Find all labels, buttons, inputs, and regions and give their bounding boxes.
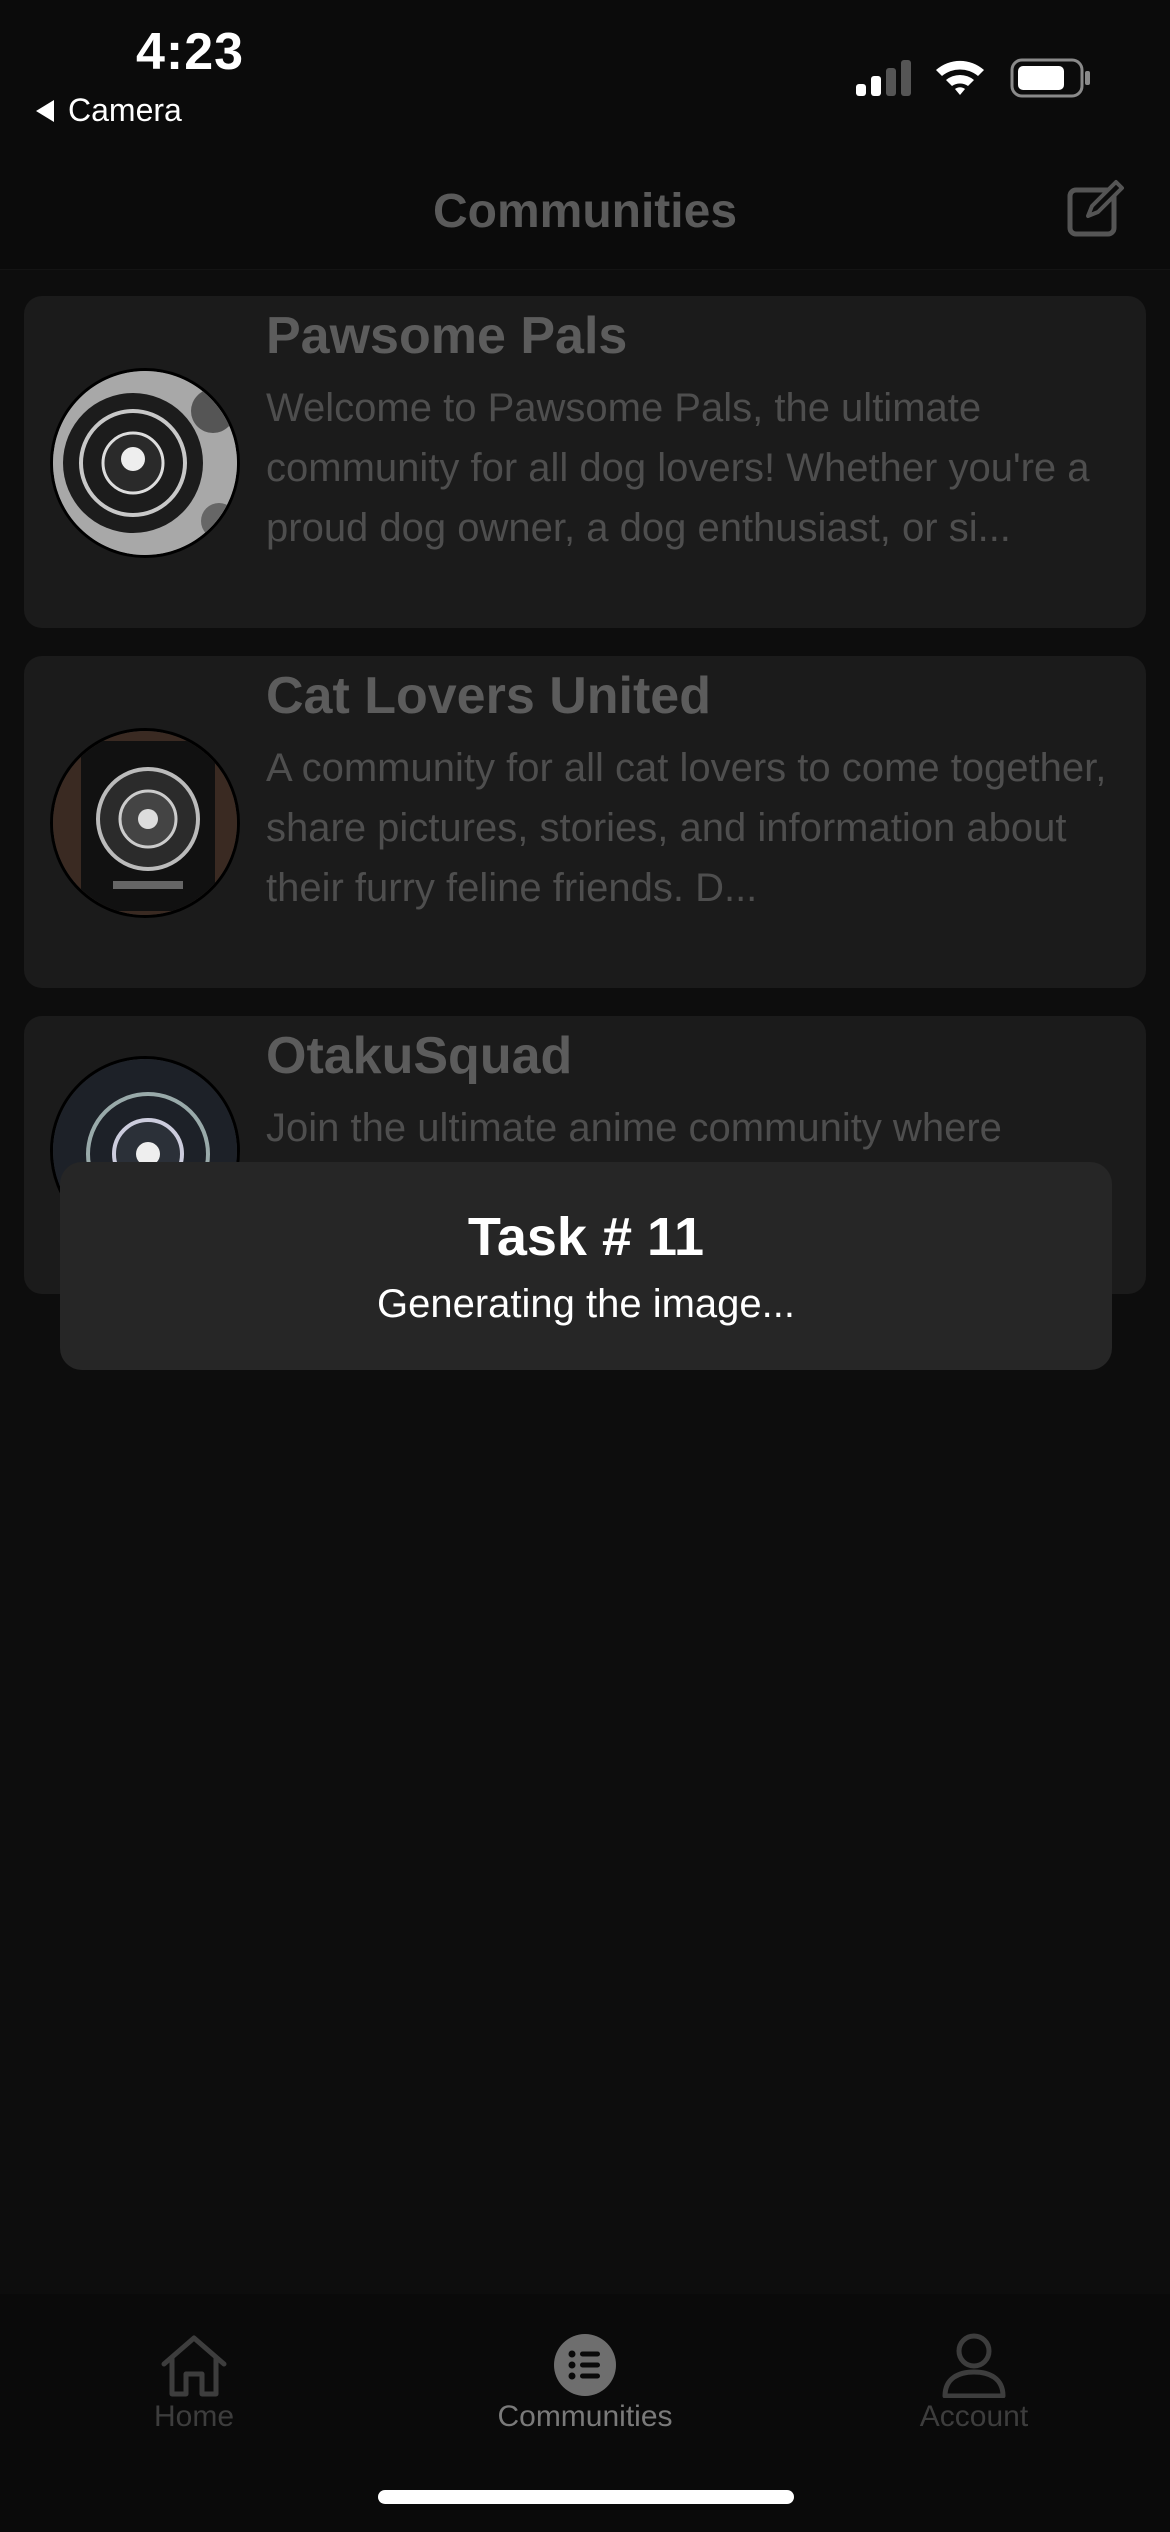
community-name: OtakuSquad bbox=[266, 1027, 573, 1085]
back-arrow-icon bbox=[36, 99, 54, 122]
tab-label: Account bbox=[919, 2400, 1029, 2433]
back-to-camera-link[interactable]: Camera bbox=[36, 92, 182, 129]
toast-title: Task # 11 bbox=[467, 1207, 705, 1267]
signal-icon bbox=[856, 60, 911, 96]
tab-label: Home bbox=[153, 2400, 235, 2433]
home-icon bbox=[161, 2335, 227, 2397]
community-card[interactable]: Pawsome Pals Welcome to Pawsome Pals, th… bbox=[24, 296, 1146, 628]
community-description: Join the ultimate anime community where bbox=[266, 1106, 1002, 1150]
community-avatar bbox=[50, 368, 240, 558]
tab-home[interactable]: Home bbox=[44, 2332, 344, 2434]
back-app-label: Camera bbox=[68, 92, 182, 128]
status-bar: 4:23 Camera bbox=[0, 0, 1170, 170]
tab-account[interactable]: Account bbox=[824, 2332, 1124, 2434]
tab-communities[interactable]: Communities bbox=[435, 2332, 735, 2434]
home-indicator[interactable] bbox=[378, 2490, 794, 2504]
community-avatar bbox=[50, 728, 240, 918]
battery-icon bbox=[1010, 58, 1090, 98]
communities-screen: 4:23 Camera Communities Pawsome Pals Wel… bbox=[0, 0, 1170, 2532]
wifi-icon bbox=[936, 60, 984, 95]
community-name: Pawsome Pals bbox=[266, 307, 628, 365]
page-title: Communities bbox=[432, 185, 738, 238]
person-icon bbox=[942, 2333, 1006, 2398]
community-name: Cat Lovers United bbox=[266, 667, 711, 725]
community-card[interactable]: Cat Lovers United A community for all ca… bbox=[24, 656, 1146, 988]
tab-label: Communities bbox=[497, 2400, 673, 2433]
community-description: Welcome to Pawsome Pals, the ultimate co… bbox=[266, 386, 1090, 550]
status-time: 4:23 bbox=[136, 23, 245, 81]
toast-message: Generating the image... bbox=[376, 1282, 796, 1326]
compose-icon[interactable] bbox=[1066, 178, 1126, 238]
community-description: A community for all cat lovers to come t… bbox=[266, 746, 1107, 910]
task-toast: Task # 11 Generating the image... bbox=[60, 1162, 1112, 1370]
nav-bar: Communities bbox=[0, 170, 1170, 270]
list-icon bbox=[554, 2334, 616, 2396]
